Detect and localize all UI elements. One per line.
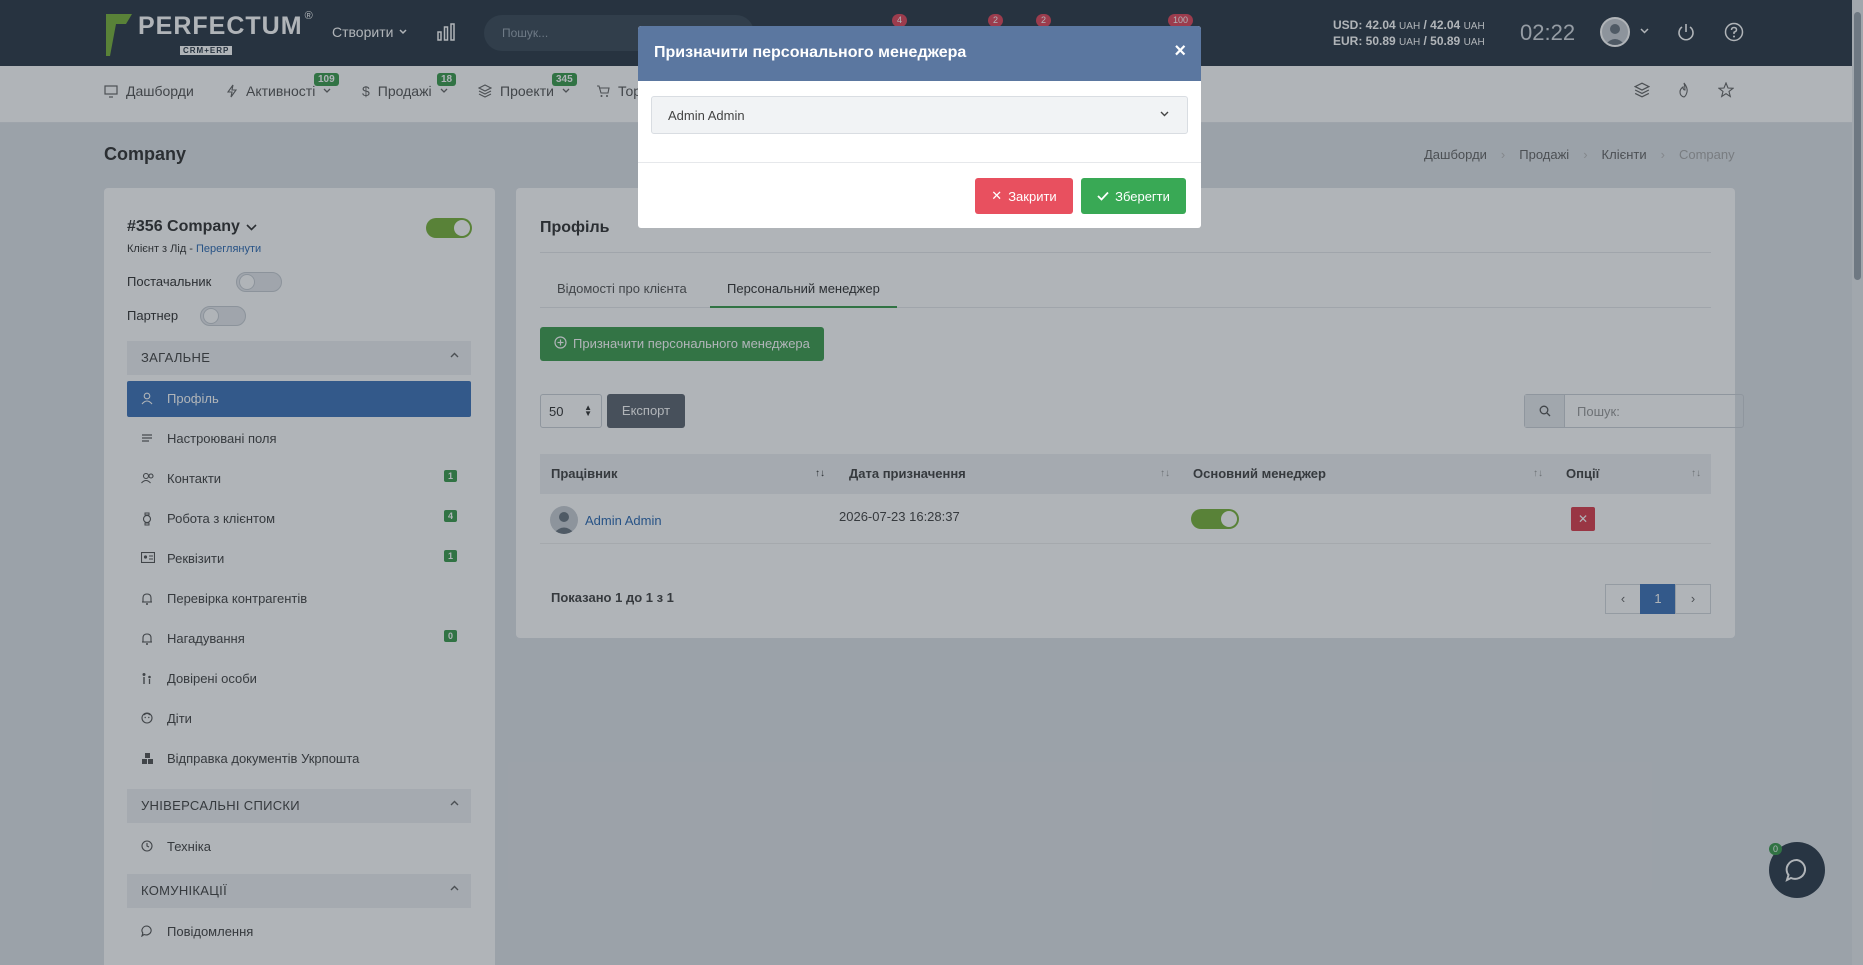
assign-manager-modal: Призначити персонального менеджера × Adm…	[638, 26, 1201, 228]
modal-title: Призначити персонального менеджера	[638, 26, 1201, 81]
divider	[638, 162, 1201, 163]
modal-close-icon[interactable]: ×	[1174, 40, 1186, 63]
check-icon	[1097, 191, 1109, 201]
chevron-down-icon	[1160, 111, 1169, 117]
close-icon: ✕	[991, 188, 1003, 203]
manager-select[interactable]: Admin Admin	[651, 96, 1188, 134]
modal-save-button[interactable]: Зберегти	[1081, 178, 1186, 214]
modal-cancel-button[interactable]: ✕ Закрити	[975, 178, 1073, 214]
